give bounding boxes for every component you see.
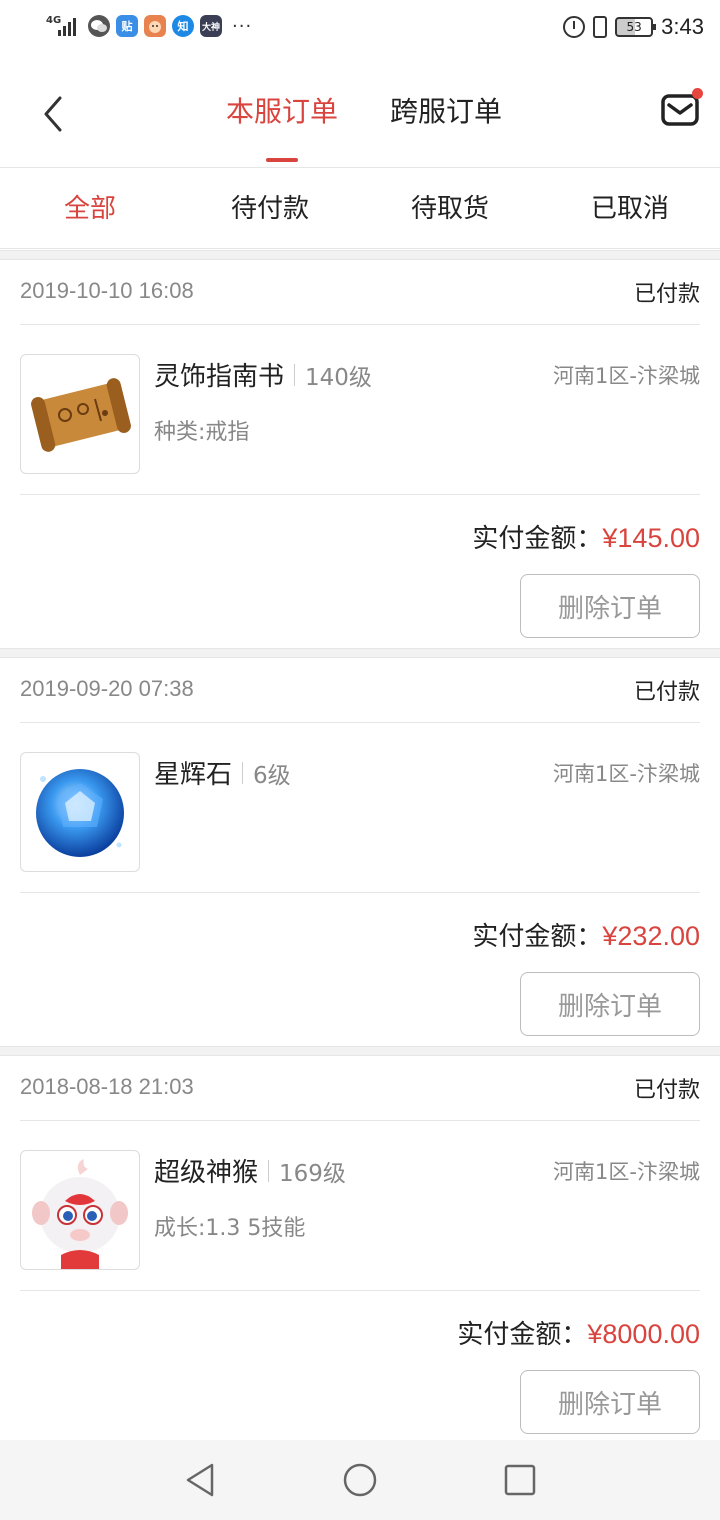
list-top-gap bbox=[0, 250, 720, 260]
chevron-left-icon bbox=[44, 96, 62, 132]
paid-amount-label: 实付金额： bbox=[472, 922, 603, 952]
delete-order-button[interactable]: 删除订单 bbox=[520, 972, 700, 1036]
monkey-pet-icon bbox=[20, 1150, 140, 1270]
divider bbox=[20, 1120, 700, 1121]
item-name: 超级神猴 bbox=[154, 1158, 259, 1188]
dashen-label: 大神 bbox=[201, 22, 220, 33]
order-status: 已付款 bbox=[633, 282, 700, 307]
item-name: 星辉石 bbox=[154, 760, 233, 790]
paid-amount-label: 实付金额： bbox=[472, 524, 603, 554]
item-server: 河南1区-汴梁城 bbox=[553, 1160, 700, 1184]
unread-badge bbox=[692, 88, 703, 99]
order-card[interactable]: 2019-10-10 16:08 已付款 灵饰指南书 140级 河南1区-汴梁城… bbox=[0, 260, 720, 648]
zhihu-icon: 知 bbox=[172, 15, 194, 37]
item-attribute: 成长:1.3 5技能 bbox=[154, 1216, 306, 1241]
back-button[interactable] bbox=[40, 94, 68, 134]
divider bbox=[20, 1290, 700, 1291]
divider bbox=[20, 324, 700, 325]
order-card[interactable]: 2019-09-20 07:38 已付款 星辉石 6级 河南1区-汴梁城 实付金… bbox=[0, 658, 720, 1046]
title-divider bbox=[268, 1159, 270, 1182]
status-bar: 4G 贴 知 大神 ··· 53 3:43 bbox=[0, 0, 720, 58]
order-status: 已付款 bbox=[633, 1078, 700, 1103]
paid-amount-label: 实付金额： bbox=[457, 1320, 588, 1350]
order-card[interactable]: 2018-08-18 21:03 已付款 超级神猴 169级 河南1区-汴梁城 … bbox=[0, 1056, 720, 1444]
scroll-icon bbox=[20, 354, 140, 474]
title-divider bbox=[294, 363, 296, 386]
more-notifications-icon: ··· bbox=[232, 15, 253, 37]
battery-icon: 53 bbox=[615, 17, 657, 37]
order-date: 2018-08-18 21:03 bbox=[20, 1074, 194, 1099]
filter-pending-payment[interactable]: 待付款 bbox=[180, 191, 360, 227]
paid-amount-value: ¥145.00 bbox=[602, 523, 700, 553]
back-nav-icon[interactable] bbox=[182, 1462, 218, 1498]
card-gap bbox=[0, 648, 720, 658]
order-date: 2019-10-10 16:08 bbox=[20, 278, 194, 303]
filter-cancelled[interactable]: 已取消 bbox=[540, 191, 720, 227]
order-filter-tabs: 全部 待付款 待取货 已取消 bbox=[0, 169, 720, 249]
system-nav-bar bbox=[0, 1440, 720, 1520]
recents-nav-icon[interactable] bbox=[502, 1462, 538, 1498]
item-attribute: 种类:戒指 bbox=[154, 420, 250, 445]
paid-amount: 实付金额：¥232.00 bbox=[472, 916, 700, 953]
item-server: 河南1区-汴梁城 bbox=[553, 364, 700, 388]
filter-pending-pickup[interactable]: 待取货 bbox=[360, 191, 540, 227]
active-tab-indicator bbox=[266, 158, 298, 162]
paid-amount-value: ¥232.00 bbox=[602, 921, 700, 951]
tab-cross-server-orders[interactable]: 跨服订单 bbox=[390, 94, 502, 130]
alarm-icon bbox=[563, 16, 586, 38]
clock: 3:43 bbox=[661, 14, 704, 39]
blue-gem-icon bbox=[20, 752, 140, 872]
zhihu-label: 知 bbox=[177, 20, 189, 33]
item-title: 超级神猴 169级 bbox=[154, 1152, 346, 1189]
home-nav-icon[interactable] bbox=[342, 1462, 378, 1498]
item-level: 169级 bbox=[279, 1160, 346, 1187]
paid-amount: 实付金额：¥8000.00 bbox=[457, 1314, 700, 1351]
tieba-icon: 贴 bbox=[116, 15, 138, 37]
item-name: 灵饰指南书 bbox=[154, 362, 285, 392]
divider bbox=[20, 722, 700, 723]
divider bbox=[20, 494, 700, 495]
game-icon bbox=[144, 15, 166, 37]
delete-order-button[interactable]: 删除订单 bbox=[520, 1370, 700, 1434]
battery-level: 53 bbox=[626, 20, 642, 34]
order-date: 2019-09-20 07:38 bbox=[20, 676, 194, 701]
item-level: 140级 bbox=[305, 364, 372, 391]
signal-icon: 4G bbox=[46, 14, 82, 38]
paid-amount: 实付金额：¥145.00 bbox=[472, 518, 700, 555]
tieba-label: 贴 bbox=[121, 20, 133, 33]
divider bbox=[20, 892, 700, 893]
item-level: 6级 bbox=[253, 762, 291, 789]
wechat-icon bbox=[88, 15, 110, 37]
paid-amount-value: ¥8000.00 bbox=[587, 1319, 700, 1349]
vibrate-icon bbox=[593, 16, 608, 38]
dashen-icon: 大神 bbox=[200, 15, 222, 37]
order-status: 已付款 bbox=[633, 680, 700, 705]
item-server: 河南1区-汴梁城 bbox=[553, 762, 700, 786]
item-title: 星辉石 6级 bbox=[154, 754, 291, 791]
title-divider bbox=[242, 761, 244, 784]
delete-order-button[interactable]: 删除订单 bbox=[520, 574, 700, 638]
order-list: 2019-10-10 16:08 已付款 灵饰指南书 140级 河南1区-汴梁城… bbox=[0, 250, 720, 1444]
order-header: 本服订单 跨服订单 bbox=[0, 58, 720, 168]
tab-local-orders[interactable]: 本服订单 bbox=[226, 94, 338, 130]
item-title: 灵饰指南书 140级 bbox=[154, 356, 372, 393]
filter-all[interactable]: 全部 bbox=[0, 191, 180, 227]
card-gap bbox=[0, 1046, 720, 1056]
